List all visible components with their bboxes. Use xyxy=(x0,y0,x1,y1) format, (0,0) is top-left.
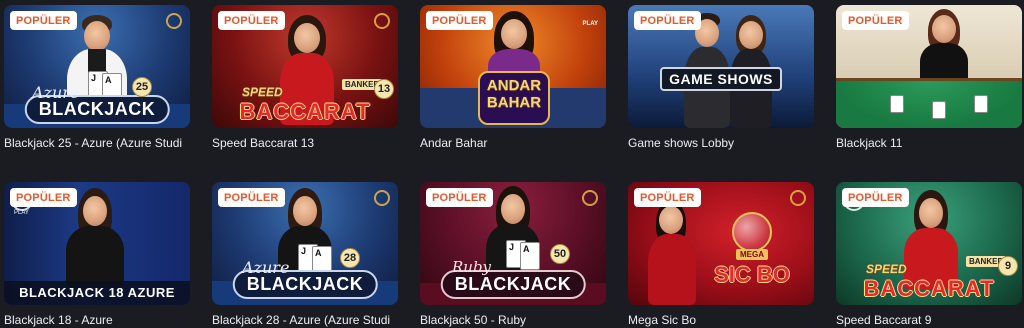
logo-prefix: SPEED xyxy=(866,262,907,276)
dealer-figure xyxy=(644,200,700,305)
playing-card xyxy=(932,101,946,119)
favorite-icon[interactable] xyxy=(374,13,390,29)
popular-badge: POPÜLER xyxy=(634,11,701,30)
favorite-icon[interactable] xyxy=(582,190,598,206)
popular-badge: POPÜLER xyxy=(10,11,77,30)
game-thumbnail[interactable]: POPÜLER J A BLACKJACK Azure 25 xyxy=(4,5,190,128)
favorite-icon[interactable] xyxy=(374,190,390,206)
favorite-icon[interactable] xyxy=(166,13,182,29)
game-title[interactable]: Blackjack 25 - Azure (Azure Studi xyxy=(4,136,190,152)
game-card-blackjack-11[interactable]: POPÜLER Blackjack 11 xyxy=(836,5,1022,152)
table-felt xyxy=(836,78,1022,128)
game-title[interactable]: Andar Bahar xyxy=(420,136,606,152)
logo-prefix: Azure xyxy=(242,258,290,277)
game-grid: POPÜLER J A BLACKJACK Azure 25 Blackjack… xyxy=(4,5,1022,328)
table-number-badge: 9 xyxy=(998,256,1018,276)
game-title[interactable]: Blackjack 50 - Ruby xyxy=(420,313,606,328)
play-label: PLAY xyxy=(582,21,598,27)
game-thumbnail[interactable]: POPÜLER MEGA SIC BO xyxy=(628,182,814,305)
game-thumbnail[interactable]: POPÜLER BACCARAT SPEED BANKER 13 xyxy=(212,5,398,128)
logo-prefix: SPEED xyxy=(242,85,283,99)
game-logo: GAME SHOWS xyxy=(660,67,782,91)
game-thumbnail[interactable]: POPÜLER xyxy=(836,5,1022,128)
game-logo: BLACKJACK 18 AZURE xyxy=(4,281,190,305)
favorite-icon[interactable] xyxy=(790,190,806,206)
game-thumbnail[interactable]: POPÜLER PLAY ANDAR BAHAR xyxy=(420,5,606,128)
game-card-blackjack-25-azure[interactable]: POPÜLER J A BLACKJACK Azure 25 Blackjack… xyxy=(4,5,190,152)
game-title[interactable]: Speed Baccarat 9 xyxy=(836,313,1022,328)
table-number-badge: 50 xyxy=(550,244,570,264)
popular-badge: POPÜLER xyxy=(218,188,285,207)
logo-prefix: Azure xyxy=(32,83,80,102)
game-title[interactable]: Game shows Lobby xyxy=(628,136,814,152)
table-number-badge: 28 xyxy=(340,248,360,268)
popular-badge: POPÜLER xyxy=(218,11,285,30)
game-logo: BACCARAT xyxy=(239,99,371,124)
game-logo: MEGA SIC BO xyxy=(714,249,790,287)
game-card-mega-sic-bo[interactable]: POPÜLER MEGA SIC BO Mega Sic Bo xyxy=(628,182,814,328)
popular-badge: POPÜLER xyxy=(842,188,909,207)
game-card-speed-baccarat-9[interactable]: POPÜLER BACCARAT SPEED BANKER 9 Speed Ba… xyxy=(836,182,1022,328)
popular-badge: POPÜLER xyxy=(842,11,909,30)
popular-badge: POPÜLER xyxy=(10,188,77,207)
game-title[interactable]: Speed Baccarat 13 xyxy=(212,136,398,152)
game-card-blackjack-18-azure[interactable]: PLAY POPÜLER BLACKJACK 18 AZURE Blackjac… xyxy=(4,182,190,328)
game-title[interactable]: Blackjack 11 xyxy=(836,136,1022,152)
game-thumbnail[interactable]: POPÜLER BACCARAT SPEED BANKER 9 xyxy=(836,182,1022,305)
popular-badge: POPÜLER xyxy=(634,188,701,207)
game-title[interactable]: Mega Sic Bo xyxy=(628,313,814,328)
game-thumbnail[interactable]: POPÜLER GAME SHOWS xyxy=(628,5,814,128)
game-title[interactable]: Blackjack 28 - Azure (Azure Studi xyxy=(212,313,398,328)
game-logo: BACCARAT xyxy=(863,276,995,301)
game-card-blackjack-28-azure[interactable]: POPÜLER J A BLACKJACK Azure 28 Blackjack… xyxy=(212,182,398,328)
game-thumbnail[interactable]: POPÜLER J A BLACKJACK Ruby 50 xyxy=(420,182,606,305)
game-logo: ANDAR BAHAR xyxy=(478,71,550,125)
popular-badge: POPÜLER xyxy=(426,188,493,207)
game-card-speed-baccarat-13[interactable]: POPÜLER BACCARAT SPEED BANKER 13 Speed B… xyxy=(212,5,398,152)
playing-card: A xyxy=(520,242,540,270)
play-label: PLAY xyxy=(14,210,29,216)
popular-badge: POPÜLER xyxy=(426,11,493,30)
game-card-blackjack-50-ruby[interactable]: POPÜLER J A BLACKJACK Ruby 50 Blackjack … xyxy=(420,182,606,328)
logo-prefix: Ruby xyxy=(452,258,492,276)
playing-card xyxy=(890,95,904,113)
game-title[interactable]: Blackjack 18 - Azure xyxy=(4,313,190,328)
table-number-badge: 25 xyxy=(132,77,152,97)
playing-card xyxy=(974,95,988,113)
table-number-badge: 13 xyxy=(374,79,394,99)
game-card-game-shows-lobby[interactable]: POPÜLER GAME SHOWS Game shows Lobby xyxy=(628,5,814,152)
game-card-andar-bahar[interactable]: POPÜLER PLAY ANDAR BAHAR Andar Bahar xyxy=(420,5,606,152)
dealer-figure xyxy=(916,9,972,89)
game-thumbnail[interactable]: POPÜLER J A BLACKJACK Azure 28 xyxy=(212,182,398,305)
game-thumbnail[interactable]: PLAY POPÜLER BLACKJACK 18 AZURE xyxy=(4,182,190,305)
